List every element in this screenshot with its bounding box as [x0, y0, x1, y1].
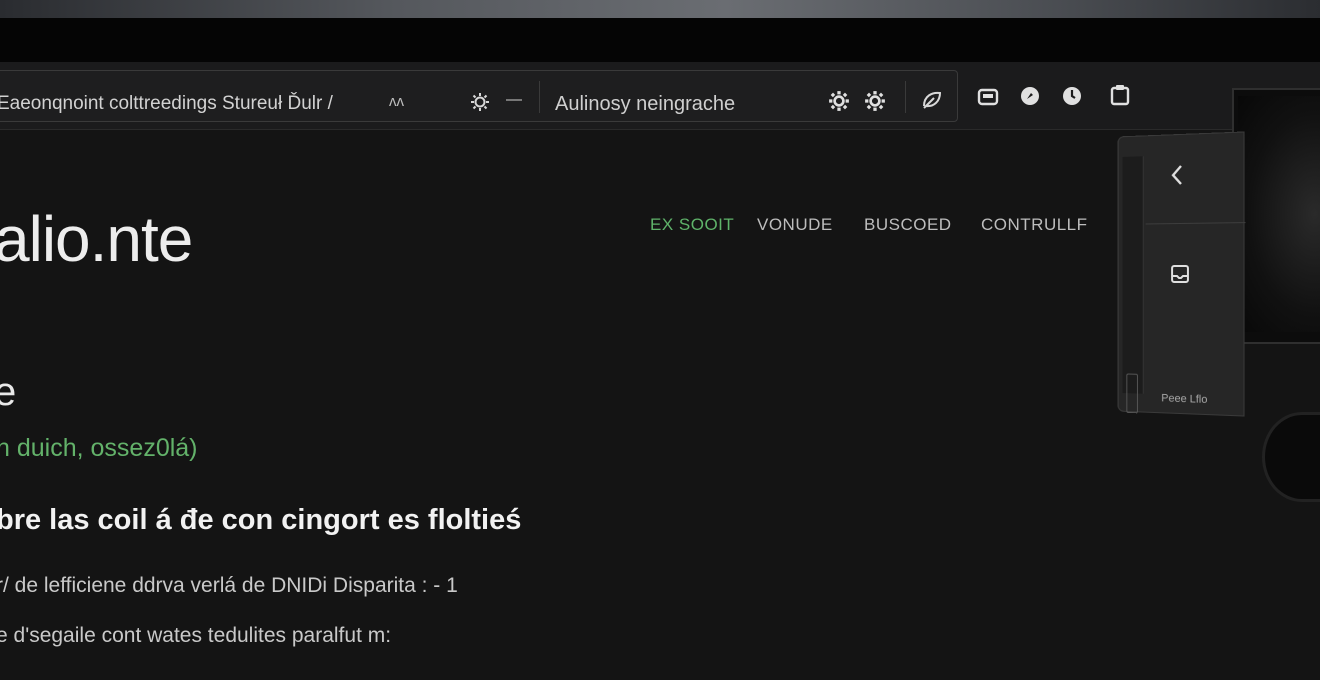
- nav-link-vonude[interactable]: VONUDE: [757, 215, 833, 235]
- toolbar-divider: [905, 81, 906, 113]
- panel-divider: [1145, 222, 1246, 225]
- search-field-text[interactable]: Aulinosy neingrache: [555, 93, 735, 116]
- clock-icon[interactable]: [1060, 84, 1084, 108]
- browser-screen: Eaeonqnoint colttreedings Stureuł Ďulr /…: [0, 62, 1320, 680]
- panel-label: Peee Lflo: [1161, 392, 1208, 407]
- address-bar[interactable]: Eaeonqnoint colttreedings Stureuł Ďulr /…: [0, 70, 958, 122]
- browser-toolbar: Eaeonqnoint colttreedings Stureuł Ďulr /…: [0, 62, 1320, 130]
- nav-link-ex-sooit[interactable]: EX SOOIT: [650, 215, 734, 235]
- section-title: bre las coil á đe con cingort es floltie…: [0, 504, 522, 536]
- gear-icon[interactable]: [827, 89, 851, 113]
- settings-gear-icon[interactable]: [863, 89, 887, 113]
- compass-icon[interactable]: [1018, 84, 1042, 108]
- monitor-screen: [1238, 96, 1320, 332]
- nav-link-contrullf[interactable]: CONTRULLF: [981, 215, 1088, 235]
- background-monitor: [1232, 88, 1320, 344]
- monitor-stand: [1262, 412, 1320, 502]
- settings-icon[interactable]: [469, 91, 491, 113]
- address-bar-suffix: ᴧᴧ: [389, 93, 404, 110]
- body-text-line: e d'segaile cont wates tedulites paralfu…: [0, 624, 392, 647]
- inbox-icon[interactable]: [1169, 263, 1191, 285]
- monitor-top-bezel: [0, 0, 1320, 18]
- panel-edge: [1122, 156, 1144, 414]
- address-bar-text[interactable]: Eaeonqnoint colttreedings Stureuł Ďulr /: [0, 93, 333, 115]
- body-text-line: r/ de lefficiene ddrva verlá de DNIDi Di…: [0, 574, 458, 597]
- page-subheading: n duich, ossez0lá): [0, 434, 198, 462]
- side-panel: Peee Lflo: [1117, 131, 1246, 417]
- site-logo[interactable]: alio.nte: [0, 202, 193, 276]
- toolbar-divider: [539, 81, 540, 113]
- clipboard-icon[interactable]: [1108, 82, 1132, 108]
- monitor-bezel-gap: [0, 18, 1320, 62]
- nav-link-buscoed[interactable]: BUSCOED: [864, 215, 952, 235]
- chevron-left-icon[interactable]: [1165, 161, 1189, 190]
- minus-icon[interactable]: [505, 91, 523, 109]
- box-icon[interactable]: [976, 84, 1000, 108]
- panel-slot: [1126, 373, 1138, 414]
- leaf-icon[interactable]: [919, 87, 945, 113]
- page-heading: e: [0, 370, 17, 414]
